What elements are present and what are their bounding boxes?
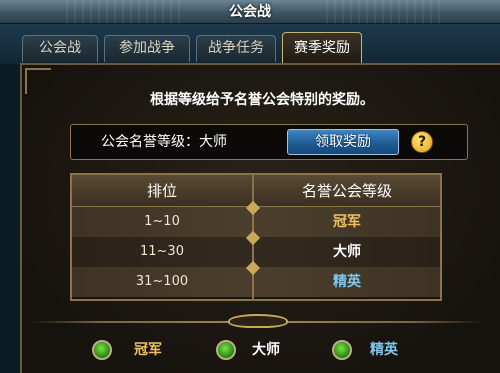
rank-cell: 31~100 xyxy=(135,274,189,289)
legend-elite: 精英 xyxy=(370,342,398,358)
rank-cell: 11~30 xyxy=(140,244,184,259)
green-orb-icon[interactable] xyxy=(92,340,112,360)
green-orb-icon[interactable] xyxy=(332,340,352,360)
divider-ornament-icon xyxy=(228,314,288,328)
honor-rank-box: 公会名誉等级：大师 领取奖励 ? xyxy=(70,124,468,160)
green-orb-icon[interactable] xyxy=(216,340,236,360)
header-honor-tier: 名誉公会等级 xyxy=(254,175,440,207)
legend-champion: 冠军 xyxy=(134,342,162,358)
tab-season-rewards[interactable]: 赛季奖励 xyxy=(282,32,362,63)
tab-war-missions[interactable]: 战争任务 xyxy=(196,35,276,62)
legend-master: 大师 xyxy=(252,342,280,358)
intro-text: 根据等级给予名誉公会特别的奖励。 xyxy=(150,92,374,108)
title-ornament-left xyxy=(60,0,180,24)
tier-cell: 精英 xyxy=(333,274,361,290)
window-title: 公会战 xyxy=(229,4,271,20)
help-icon[interactable]: ? xyxy=(411,131,433,153)
rank-cell: 1~10 xyxy=(144,214,180,229)
rewards-panel: 根据等级给予名誉公会特别的奖励。 公会名誉等级：大师 领取奖励 ? 排位 名誉公… xyxy=(20,63,500,373)
tab-join-war[interactable]: 参加战争 xyxy=(104,35,190,62)
tab-guild-war[interactable]: 公会战 xyxy=(22,35,98,62)
title-ornament-right xyxy=(320,0,440,24)
claim-reward-button[interactable]: 领取奖励 xyxy=(287,129,399,155)
window-title-bar: 公会战 xyxy=(0,0,500,24)
honor-rank-label: 公会名誉等级：大师 xyxy=(101,134,227,150)
tier-legend: 冠军 大师 精英 xyxy=(22,335,500,365)
tab-bar: 公会战 参加战争 战争任务 赛季奖励 xyxy=(0,24,500,64)
reward-table: 排位 名誉公会等级 1~10 冠军 11~30 大师 31~100 精英 xyxy=(70,173,442,301)
header-rank: 排位 xyxy=(72,175,252,207)
tier-cell: 大师 xyxy=(333,244,361,260)
tier-cell: 冠军 xyxy=(333,214,361,230)
